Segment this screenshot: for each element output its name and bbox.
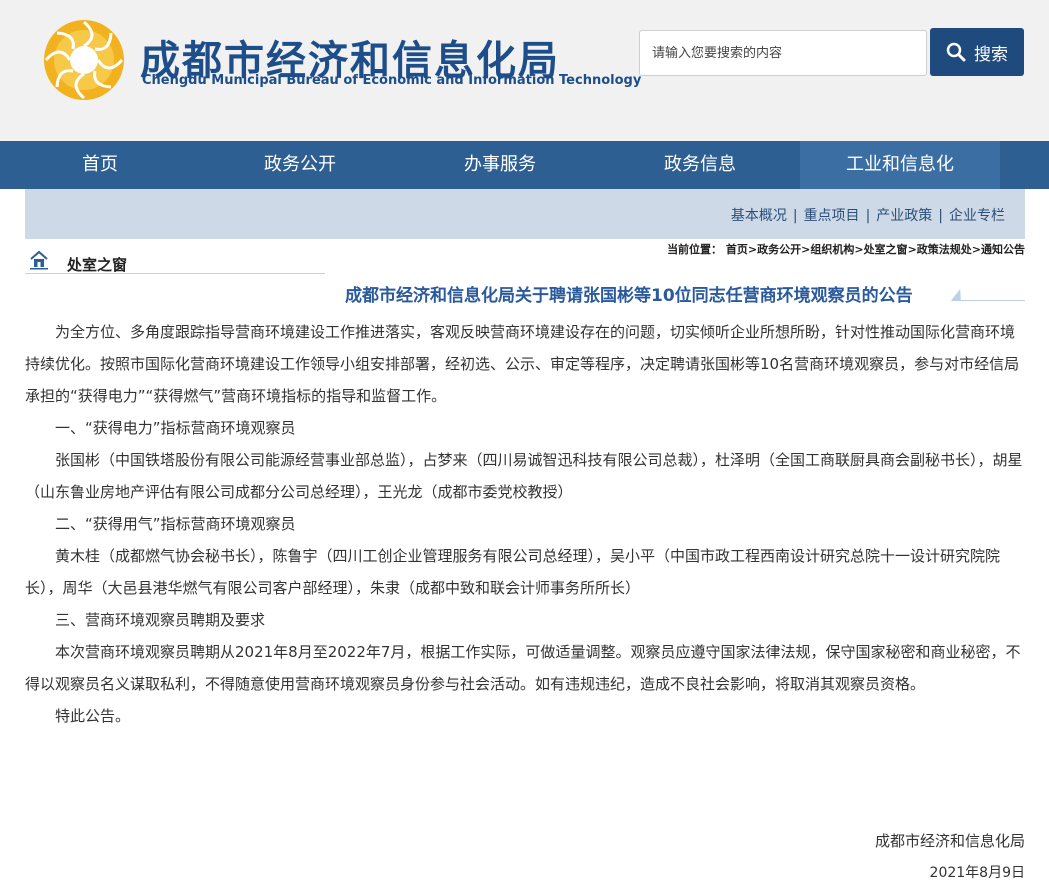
breadcrumb-item-gov-affairs-open[interactable]: 政务公开 [757, 243, 801, 256]
nav-item-industry-it[interactable]: 工业和信息化 [800, 141, 1000, 189]
breadcrumb-prefix: 当前位置： [667, 243, 723, 256]
search-icon [946, 42, 966, 62]
article-title: 成都市经济和信息化局关于聘请张国彬等10位同志任营商环境观察员的公告 [345, 286, 913, 306]
sub-nav: 基本概况 | 重点项目 | 产业政策 | 企业专栏 [25, 189, 1025, 239]
paragraph: 一、“获得电力”指标营商环境观察员 [55, 419, 296, 437]
subnav-separator: | [938, 208, 943, 224]
section-title: 处室之窗 [67, 256, 128, 274]
site-subtitle: Chengdu Municipal Bureau of Economic and… [142, 73, 642, 88]
paragraph: 本次营商环境观察员聘期从2021年8月至2022年7月，根据工作实际，可做适量调… [25, 643, 1021, 693]
search-input[interactable] [639, 30, 927, 76]
article-date: 2021年8月9日 [929, 865, 1025, 881]
home-icon [30, 250, 48, 270]
logo-icon [44, 20, 124, 100]
paragraph: 二、“获得用气”指标营商环境观察员 [55, 515, 296, 533]
main-nav: 首页 政务公开 办事服务 政务信息 工业和信息化 [0, 141, 1049, 189]
search-button-label: 搜索 [974, 44, 1008, 65]
paragraph: 三、营商环境观察员聘期及要求 [55, 611, 266, 629]
subnav-separator: | [792, 208, 798, 224]
nav-item-services[interactable]: 办事服务 [400, 141, 600, 189]
subnav-item-industry-policy[interactable]: 产业政策 [876, 208, 932, 224]
subnav-separator: | [865, 208, 871, 224]
article-body: 为全方位、多角度跟踪指导营商环境建设工作推进落实，客观反映营商环境建设存在的问题… [25, 316, 1025, 732]
article-signature: 成都市经济和信息化局 [874, 832, 1025, 850]
breadcrumb-item-notices[interactable]: 通知公告 [981, 243, 1025, 256]
section-header: 处室之窗 [25, 248, 325, 274]
breadcrumb-item-home[interactable]: 首页 [726, 243, 748, 256]
breadcrumb-item-policy-office[interactable]: 政策法规处 [917, 243, 972, 256]
breadcrumb-item-section-window[interactable]: 处室之窗 [864, 243, 908, 256]
nav-item-home[interactable]: 首页 [0, 141, 200, 189]
subnav-item-key-projects[interactable]: 重点项目 [804, 208, 860, 224]
nav-item-gov-info[interactable]: 政务信息 [600, 141, 800, 189]
paragraph: 特此公告。 [55, 707, 131, 725]
breadcrumb-separator: > [747, 243, 758, 256]
breadcrumb-separator: > [971, 243, 981, 256]
search-button[interactable]: 搜索 [930, 28, 1024, 76]
subnav-item-enterprise-column[interactable]: 企业专栏 [949, 208, 1005, 224]
title-underline [958, 300, 1025, 301]
subnav-item-overview[interactable]: 基本概况 [731, 208, 787, 224]
sub-nav-items: 基本概况 | 重点项目 | 产业政策 | 企业专栏 [731, 205, 1005, 225]
paragraph: 黄木桂（成都燃气协会秘书长），陈鲁宇（四川工创企业管理服务有限公司总经理），吴小… [25, 547, 1001, 597]
breadcrumb-separator: > [801, 243, 811, 256]
breadcrumb-separator: > [854, 243, 864, 256]
paragraph: 为全方位、多角度跟踪指导营商环境建设工作推进落实，客观反映营商环境建设存在的问题… [25, 323, 1020, 405]
paragraph: 张国彬（中国铁塔股份有限公司能源经营事业部总监），占梦来（四川易诚智迅科技有限公… [25, 451, 1023, 501]
breadcrumb: 当前位置： 首页>政务公开>组织机构>处室之窗>政策法规处>通知公告 [667, 241, 1025, 257]
breadcrumb-separator: > [907, 243, 917, 256]
breadcrumb-item-organization[interactable]: 组织机构 [810, 243, 854, 256]
nav-item-gov-affairs-open[interactable]: 政务公开 [200, 141, 400, 189]
site-header: 成都市经济和信息化局 Chengdu Municipal Bureau of E… [0, 0, 1049, 141]
